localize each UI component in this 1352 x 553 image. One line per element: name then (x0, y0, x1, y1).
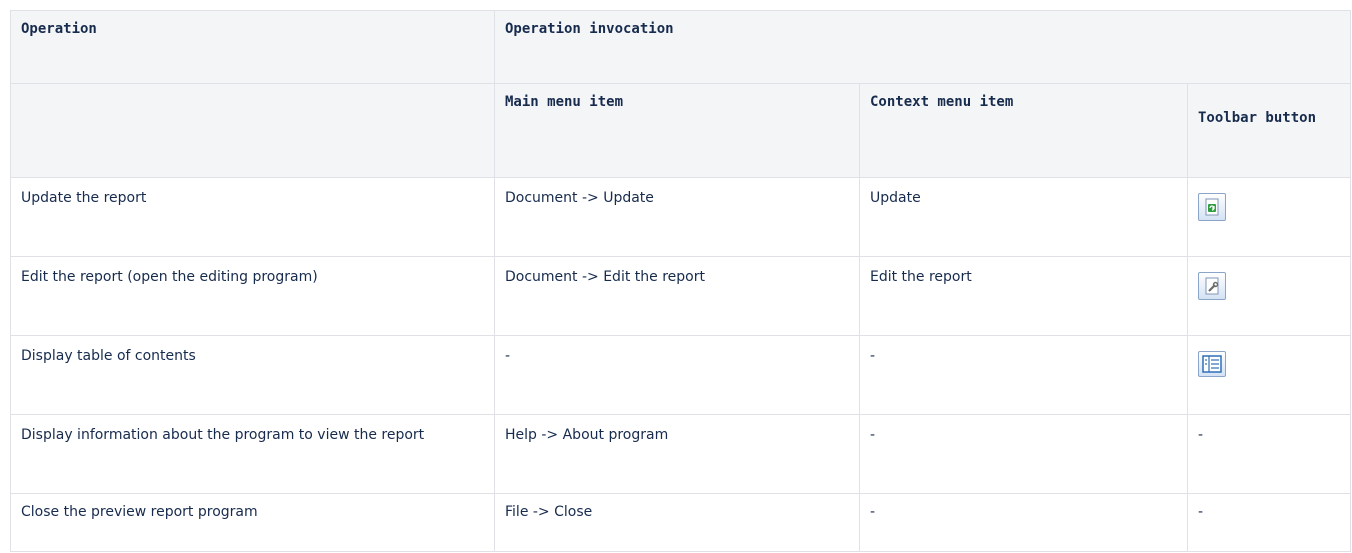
cell-toolbar: - (1186, 493, 1352, 552)
cell-operation: Display table of contents (10, 335, 495, 415)
header-context-menu-item: Context menu item (859, 83, 1188, 178)
cell-main-menu: Help -> About program (494, 414, 860, 494)
table-row: Display table of contents - - (10, 335, 1352, 415)
cell-toolbar (1186, 177, 1352, 257)
cell-context-menu: Update (859, 177, 1188, 257)
header-toolbar-button: Toolbar button (1186, 83, 1352, 178)
cell-context-menu: - (859, 335, 1188, 415)
cell-toolbar (1186, 256, 1352, 336)
table-row: Update the report Document -> Update Upd… (10, 177, 1352, 257)
header-row-top: Operation Operation invocation (10, 10, 1352, 84)
cell-toolbar (1186, 335, 1352, 415)
refresh-document-icon (1198, 193, 1226, 221)
cell-context-menu: - (859, 493, 1188, 552)
header-main-menu-item: Main menu item (494, 83, 860, 178)
header-row-sub: Main menu item Context menu item Toolbar… (10, 83, 1352, 178)
cell-main-menu: - (494, 335, 860, 415)
cell-toolbar: - (1186, 414, 1352, 494)
cell-context-menu: - (859, 414, 1188, 494)
header-empty (10, 83, 495, 178)
header-operation-invocation: Operation invocation (493, 10, 1352, 84)
table-row: Edit the report (open the editing progra… (10, 256, 1352, 336)
cell-operation: Update the report (10, 177, 495, 257)
table-row: Close the preview report program File ->… (10, 493, 1352, 552)
cell-main-menu: Document -> Edit the report (494, 256, 860, 336)
cell-main-menu: Document -> Update (494, 177, 860, 257)
cell-context-menu: Edit the report (859, 256, 1188, 336)
cell-main-menu: File -> Close (494, 493, 860, 552)
edit-document-icon (1198, 272, 1226, 300)
header-operation: Operation (10, 10, 495, 84)
cell-operation: Edit the report (open the editing progra… (10, 256, 495, 336)
operations-table: Operation Operation invocation Main menu… (10, 10, 1352, 552)
cell-operation: Display information about the program to… (10, 414, 495, 494)
table-of-contents-icon (1198, 351, 1226, 377)
table-row: Display information about the program to… (10, 414, 1352, 494)
cell-operation: Close the preview report program (10, 493, 495, 552)
